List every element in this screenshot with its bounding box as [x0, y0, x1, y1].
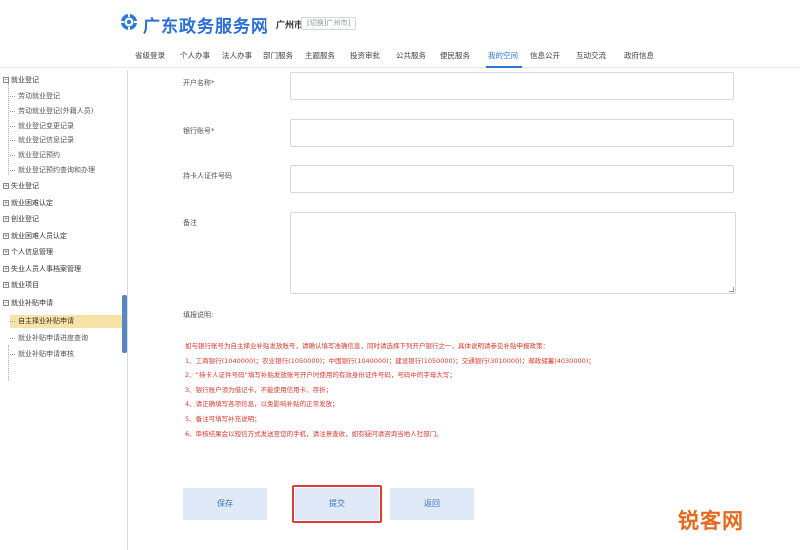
sidebar-item-label: 就业登记预约查询和办理 [18, 166, 95, 174]
bank-account-input[interactable] [290, 119, 734, 147]
note-line: 3、银行账户须为借记卡，不能使用信用卡、存折； [185, 386, 333, 394]
account-name-input[interactable] [290, 72, 734, 100]
tree-branch-icon [10, 154, 15, 156]
sidebar-scrollbar[interactable] [122, 295, 127, 353]
sidebar-item-label: 就业补贴申请进度查询 [18, 334, 88, 342]
sidebar-item-label: 就业项目 [11, 281, 39, 289]
cardholder-id-label: 持卡人证件号码 [183, 172, 232, 180]
sidebar-group[interactable]: + 就业困难认定 [3, 197, 122, 210]
expand-icon[interactable]: + [3, 183, 9, 189]
nav-active-underline [486, 66, 522, 68]
title-divider [266, 17, 267, 29]
watermark-logo: 锐客网 [678, 509, 744, 533]
note-line: 4、请正确填写各项信息，以免影响补贴的正常发放； [185, 400, 339, 408]
sidebar: − 就业登记 劳动就业登记 劳动就业登记(外籍人员) 就业登记变更记录 就业登记信息记录就… [0, 70, 128, 550]
tree-branch-icon [10, 95, 15, 97]
remarks-label: 备注 [183, 219, 197, 227]
sidebar-group[interactable]: + 就业困难人员认定 [3, 230, 122, 243]
sidebar-group[interactable]: + 个人信息管理 [3, 246, 122, 259]
sidebar-subitem[interactable]: 就业补贴申请审核 [10, 348, 122, 361]
expand-icon[interactable]: + [3, 249, 9, 255]
expand-icon[interactable]: + [3, 282, 9, 288]
nav-item[interactable]: 互动交流 [576, 50, 606, 61]
nav-item[interactable]: 个人办事 [180, 50, 210, 61]
tree-branch-icon [10, 169, 15, 171]
sidebar-item-label: 就业登记预约 [18, 151, 60, 159]
current-city: 广州市 [276, 21, 304, 31]
tree-guide-line [8, 345, 9, 381]
sidebar-subitem[interactable]: 就业登记信息记录 [10, 134, 122, 147]
sidebar-subitem[interactable]: 就业登记预约 [10, 149, 122, 162]
sidebar-item-label: 就业困难认定 [11, 199, 53, 207]
sidebar-subitem[interactable]: 就业登记变更记录 [10, 120, 122, 133]
site-header: 广东政务服务网 广州市 [切换]广州市] [0, 0, 800, 42]
sidebar-group[interactable]: − 就业登记 [3, 74, 122, 87]
note-line: 6、审核结果会以短信方式发送至您的手机，请注意查收，如有疑问请咨询当地人社部门。 [185, 430, 443, 438]
government-logo-icon[interactable] [120, 13, 138, 31]
sidebar-group[interactable]: + 创业登记 [3, 213, 122, 226]
nav-item[interactable]: 信息公开 [530, 50, 560, 61]
sidebar-item-label: 就业补贴申请审核 [18, 350, 74, 358]
tree-branch-icon [10, 337, 15, 339]
back-button[interactable]: 返回 [390, 488, 474, 520]
sidebar-group[interactable]: + 失业登记 [3, 180, 122, 193]
sidebar-group[interactable]: + 就业项目 [3, 279, 122, 292]
sidebar-subitem[interactable]: 劳动就业登记 [10, 90, 122, 103]
cardholder-id-input[interactable] [290, 165, 734, 193]
nav-item[interactable]: 法人办事 [222, 50, 252, 61]
sidebar-subitem[interactable]: 自主择业补贴申请 [10, 315, 122, 328]
sidebar-item-label: 自主择业补贴申请 [18, 317, 74, 325]
expand-icon[interactable]: + [3, 216, 9, 222]
sidebar-item-label: 劳动就业登记(外籍人员) [18, 107, 94, 115]
note-line: 5、备注可填写补充说明； [185, 415, 261, 423]
sidebar-item-label: 劳动就业登记 [18, 92, 60, 100]
sidebar-item-label: 创业登记 [11, 215, 39, 223]
tree-branch-icon [10, 139, 15, 141]
note-line: 2、“持卡人证件号码”填写补贴发放账号开户时使用的有效身份证件号码，号码中的字母… [185, 371, 456, 379]
expand-icon[interactable]: + [3, 233, 9, 239]
account-name-label: 开户名称* [183, 79, 215, 87]
tree-branch-icon [10, 110, 15, 112]
sidebar-item-label: 就业登记 [11, 76, 39, 84]
sidebar-group[interactable]: + 失业人员人事档案管理 [3, 263, 122, 276]
nav-item[interactable]: 政府信息 [624, 50, 654, 61]
sidebar-subitem[interactable]: 劳动就业登记(外籍人员) [10, 105, 122, 118]
nav-item[interactable]: 我的空间 [488, 50, 518, 61]
tree-branch-icon [10, 320, 15, 322]
submit-highlight-outline [292, 485, 382, 523]
collapse-icon[interactable]: − [3, 77, 9, 83]
remarks-textarea[interactable] [290, 212, 736, 294]
nav-item[interactable]: 投资审批 [350, 50, 380, 61]
site-title[interactable]: 广东政务服务网 [143, 12, 269, 37]
sidebar-item-label: 就业补贴申请 [11, 299, 53, 307]
expand-icon[interactable]: + [3, 266, 9, 272]
sidebar-item-label: 失业登记 [11, 182, 39, 190]
notes-title: 填报说明: [183, 311, 214, 319]
tree-guide-line [8, 83, 9, 175]
nav-item[interactable]: 省级登录 [135, 50, 165, 61]
sidebar-subitem[interactable]: 就业登记预约查询和办理 [10, 164, 122, 177]
nav-item[interactable]: 部门服务 [263, 50, 293, 61]
tree-branch-icon [10, 125, 15, 127]
bank-account-label: 银行账号* [183, 127, 215, 135]
main-nav: 省级登录 个人办事 法人办事 部门服务 主题服务 投资审批 公共服务 便民服务 我的空间 信息公开… [0, 44, 800, 68]
city-switch-button[interactable]: [切换]广州市] [301, 17, 357, 30]
note-line: 1、工商银行(1040000)；农业银行(1050000)；中国银行(10400… [185, 357, 595, 365]
nav-item[interactable]: 主题服务 [305, 50, 335, 61]
note-line: 如与银行账号为自主择业补贴发放账号，请确认填写准确信息，同时请选择下列开户银行之… [185, 342, 549, 350]
save-button[interactable]: 保存 [183, 488, 267, 520]
collapse-icon[interactable]: − [3, 300, 9, 306]
sidebar-item-label: 就业登记变更记录 [18, 122, 74, 130]
nav-item[interactable]: 公共服务 [396, 50, 426, 61]
resize-grip-icon[interactable] [729, 287, 734, 292]
sidebar-item-label: 个人信息管理 [11, 248, 53, 256]
expand-icon[interactable]: + [3, 200, 9, 206]
sidebar-subitem[interactable]: 就业补贴申请进度查询 [10, 332, 122, 345]
nav-item[interactable]: 便民服务 [440, 50, 470, 61]
sidebar-item-label: 就业困难人员认定 [11, 232, 67, 240]
sidebar-group[interactable]: − 就业补贴申请 [3, 297, 122, 310]
sidebar-item-label: 就业登记信息记录 [18, 136, 74, 144]
sidebar-item-label: 失业人员人事档案管理 [11, 265, 81, 273]
tree-branch-icon [10, 353, 15, 355]
